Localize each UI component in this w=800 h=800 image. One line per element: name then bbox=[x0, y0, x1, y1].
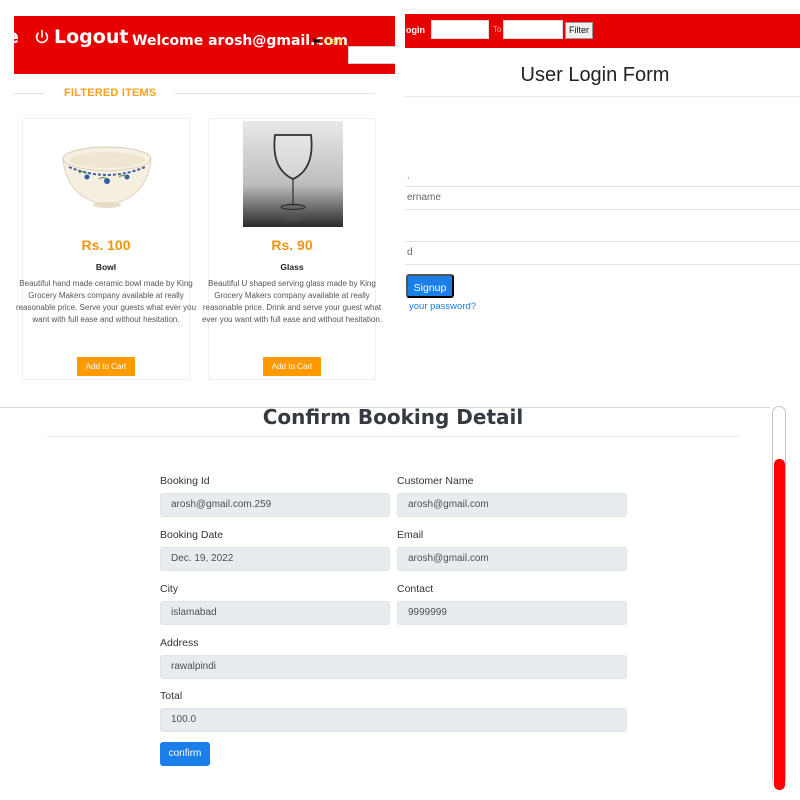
cart-icon bbox=[312, 37, 320, 45]
city-label: City bbox=[160, 583, 179, 595]
forgot-password-link[interactable]: your password? bbox=[409, 301, 476, 312]
power-icon bbox=[35, 29, 49, 44]
filter-from-input[interactable] bbox=[431, 20, 489, 39]
product-image-bowl bbox=[57, 121, 157, 227]
divider bbox=[46, 436, 740, 437]
booking-id-field[interactable]: arosh@gmail.com.259 bbox=[160, 493, 390, 517]
booking-panel: Confirm Booking Detail Booking Id arosh@… bbox=[0, 405, 800, 800]
username-field[interactable]: ername bbox=[405, 186, 800, 210]
total-label: Total bbox=[160, 690, 183, 702]
password-field[interactable]: d bbox=[405, 241, 800, 265]
booking-date-field[interactable]: Dec. 19, 2022 bbox=[160, 547, 390, 571]
navbar-login-fragment: ogin bbox=[406, 25, 425, 35]
brand-fragment: e bbox=[6, 26, 19, 48]
login-panel: ogin To Filter User Login Form , ername … bbox=[405, 0, 800, 395]
filter-to-input[interactable] bbox=[503, 20, 563, 39]
address-field[interactable]: rawalpindi bbox=[160, 655, 627, 679]
city-field[interactable]: islamabad bbox=[160, 601, 390, 625]
booking-title: Confirm Booking Detail bbox=[262, 405, 524, 429]
shop-panel: e Logout Welcome arosh@gmail.com Cart FI… bbox=[0, 0, 395, 395]
scrollbar-thumb[interactable] bbox=[774, 459, 785, 790]
divider bbox=[175, 93, 375, 94]
booking-id-label: Booking Id bbox=[160, 475, 210, 487]
shop-navbar: e Logout Welcome arosh@gmail.com Cart bbox=[6, 16, 395, 74]
product-card-bowl: Rs. 100 Bowl Beautiful hand made ceramic… bbox=[16, 118, 196, 380]
product-card-glass: Rs. 90 Glass Beautiful U shaped serving … bbox=[202, 118, 382, 380]
contact-field[interactable]: 9999999 bbox=[397, 601, 627, 625]
add-to-cart-button[interactable]: Add to Cart bbox=[77, 357, 135, 376]
logout-link[interactable]: Logout bbox=[34, 26, 128, 48]
product-image-glass bbox=[243, 121, 343, 227]
login-form-title: User Login Form bbox=[520, 64, 670, 86]
product-price: Rs. 90 bbox=[271, 237, 313, 253]
total-field[interactable]: 100.0 bbox=[160, 708, 627, 732]
product-description: Beautiful U shaped serving glass made by… bbox=[201, 279, 383, 324]
cart-label: Cart bbox=[325, 36, 343, 46]
customer-name-field[interactable]: arosh@gmail.com bbox=[397, 493, 627, 517]
product-description: Beautiful hand made ceramic bowl made by… bbox=[15, 279, 197, 324]
navbar-search-input[interactable] bbox=[348, 46, 395, 64]
email-field[interactable]: arosh@gmail.com bbox=[397, 547, 627, 571]
add-to-cart-button[interactable]: Add to Cart bbox=[263, 357, 321, 376]
divider bbox=[405, 96, 800, 97]
product-price: Rs. 100 bbox=[81, 237, 131, 253]
logout-label: Logout bbox=[54, 26, 129, 48]
form-fragment-text: , bbox=[407, 170, 410, 180]
address-label: Address bbox=[160, 637, 199, 649]
filter-to-label: To bbox=[493, 25, 502, 34]
booking-date-label: Booking Date bbox=[160, 529, 224, 541]
product-name: Bowl bbox=[95, 262, 117, 272]
divider bbox=[14, 93, 44, 94]
filter-button[interactable]: Filter bbox=[565, 22, 593, 39]
cart-link[interactable]: Cart bbox=[312, 36, 342, 46]
filtered-items-heading: FILTERED ITEMS bbox=[64, 87, 157, 99]
confirm-button[interactable]: confirm bbox=[160, 742, 210, 766]
login-navbar: ogin To Filter bbox=[405, 14, 800, 48]
email-label: Email bbox=[397, 529, 424, 541]
signup-button[interactable]: Signup bbox=[406, 274, 454, 298]
customer-name-label: Customer Name bbox=[397, 475, 474, 487]
product-name: Glass bbox=[280, 262, 304, 272]
contact-label: Contact bbox=[397, 583, 434, 595]
